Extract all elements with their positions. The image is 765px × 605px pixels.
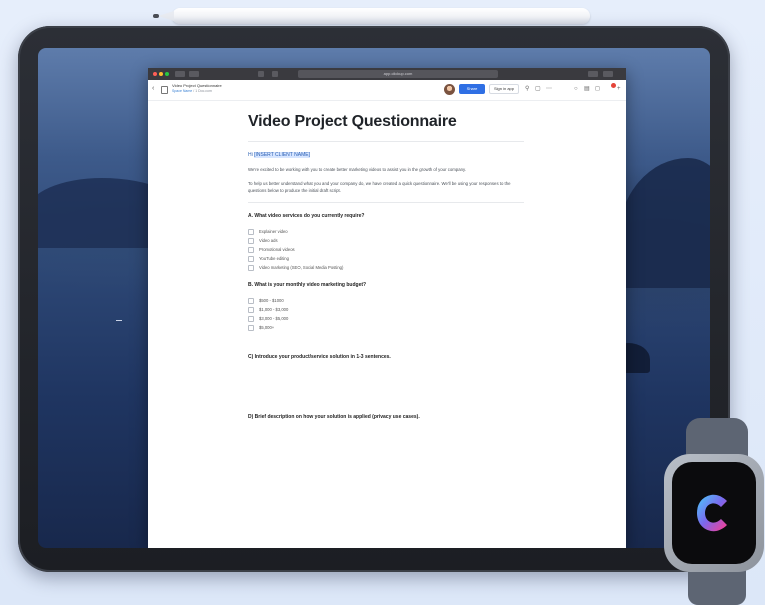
checkbox[interactable] (248, 246, 254, 253)
option-b-1[interactable]: $500 - $1000 (248, 296, 538, 305)
fullscreen-window-button[interactable] (165, 72, 169, 76)
back-forward-buttons[interactable] (175, 71, 185, 77)
option-label: Video marketing (SEO, Social Media Posti… (259, 265, 344, 270)
minimize-window-button[interactable] (159, 72, 163, 76)
share-button[interactable]: Share (459, 84, 485, 94)
ipad-device: app.clickup.com ‹ Video Project Question… (18, 26, 730, 572)
option-a-4[interactable]: YouTube editing (248, 254, 538, 263)
more-icon[interactable]: ⋯ (546, 85, 552, 93)
title-divider (248, 141, 524, 142)
shield-icon[interactable] (258, 71, 264, 77)
layout-icon[interactable]: ▤ (584, 85, 590, 93)
checkbox[interactable] (248, 255, 254, 262)
checkbox[interactable] (248, 324, 254, 331)
option-b-3[interactable]: $3,000 - $5,000 (248, 314, 538, 323)
option-b-2[interactable]: $1,000 - $3,000 (248, 305, 538, 314)
apple-watch (664, 454, 764, 572)
search-icon[interactable]: ○ (574, 85, 578, 93)
option-a-5[interactable]: Video marketing (SEO, Social Media Posti… (248, 263, 538, 272)
option-label: $5,000+ (259, 325, 275, 330)
option-label: Promotional videos (259, 247, 295, 252)
link-icon[interactable]: ⚲ (525, 85, 529, 93)
watch-screen (672, 462, 756, 564)
option-label: $500 - $1000 (259, 298, 284, 303)
answer-space-c[interactable] (248, 368, 538, 404)
checkbox[interactable] (248, 228, 254, 235)
checkbox[interactable] (248, 315, 254, 322)
browser-window: app.clickup.com ‹ Video Project Question… (148, 68, 626, 548)
question-c: C) Introduce your product/service soluti… (248, 354, 391, 360)
option-label: Video ads (259, 238, 278, 243)
option-label: Explainer video (259, 229, 288, 234)
question-d: D) Brief description on how your solutio… (248, 414, 420, 420)
page-title: Video Project Questionnaire (248, 113, 457, 130)
browser-titlebar: app.clickup.com (148, 68, 626, 80)
url-bar[interactable]: app.clickup.com (298, 70, 498, 78)
wallpaper-mountain-right (618, 158, 710, 288)
breadcrumb-item[interactable]: 1 Doc.com (195, 89, 212, 93)
tabs-overview-button[interactable] (603, 71, 613, 77)
option-a-3[interactable]: Promotional videos (248, 245, 538, 254)
breadcrumb-space[interactable]: Space Name (172, 89, 192, 93)
wallpaper-mark (116, 320, 122, 321)
checkbox[interactable] (248, 237, 254, 244)
checkbox[interactable] (248, 306, 254, 313)
client-name-placeholder[interactable]: [INSERT CLIENT NAME] (254, 152, 310, 158)
question-b: B. What is your monthly video marketing … (248, 282, 367, 288)
notification-badge (611, 83, 616, 88)
option-label: YouTube editing (259, 256, 289, 261)
section-divider (248, 202, 524, 203)
share-page-button[interactable] (588, 71, 598, 77)
avatar[interactable] (444, 84, 455, 95)
clickup-logo-icon[interactable] (689, 488, 739, 538)
ipad-screen: app.clickup.com ‹ Video Project Question… (38, 48, 710, 548)
notification-icon[interactable]: ◻ (595, 85, 600, 93)
document-body: Video Project Questionnaire Hi [INSERT C… (248, 113, 538, 428)
doc-icon[interactable] (161, 86, 168, 94)
bookmark-icon[interactable]: ▢ (535, 85, 541, 93)
close-window-button[interactable] (153, 72, 157, 76)
greeting-line: Hi [INSERT CLIENT NAME] (248, 152, 538, 158)
breadcrumb: Space Name / 1 Doc.com (172, 89, 212, 93)
checkbox[interactable] (248, 264, 254, 271)
tab-icon[interactable] (272, 71, 278, 77)
option-a-1[interactable]: Explainer video (248, 227, 538, 236)
questionnaire-paragraph: To help us better understand what you an… (248, 181, 511, 193)
apple-pencil (153, 8, 590, 24)
option-a-2[interactable]: Video ads (248, 236, 538, 245)
plus-icon[interactable]: + (617, 85, 621, 93)
intro-paragraph: We're excited to be working with you to … (248, 167, 466, 172)
sign-in-app-button[interactable]: Sign in app (489, 84, 519, 94)
sidebar-toggle-button[interactable] (189, 71, 199, 77)
doc-name[interactable]: Video Project Questionnaire (172, 83, 222, 88)
option-label: $1,000 - $3,000 (259, 307, 289, 312)
option-label: $3,000 - $5,000 (259, 316, 289, 321)
back-icon[interactable]: ‹ (152, 85, 154, 93)
checkbox[interactable] (248, 297, 254, 304)
option-b-4[interactable]: $5,000+ (248, 323, 538, 332)
question-a: A. What video services do you currently … (248, 213, 365, 219)
app-header: ‹ Video Project Questionnaire Space Name… (148, 80, 626, 101)
